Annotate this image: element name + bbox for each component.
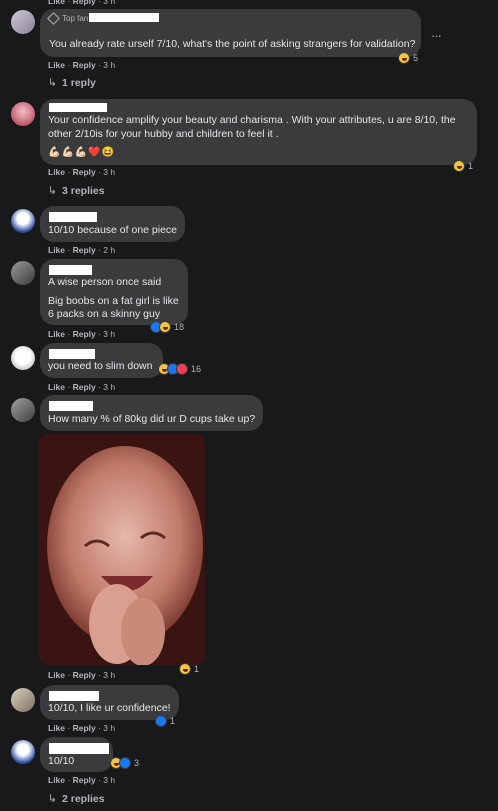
author-name-redacted[interactable] [49, 743, 109, 754]
haha-reaction-icon [159, 321, 171, 333]
comment-meta[interactable]: Like · Reply · 3 h [48, 60, 115, 70]
emoji-line: 💪🏻💪🏻💪🏻❤️😆 [48, 147, 116, 158]
avatar[interactable] [11, 10, 35, 34]
avatar[interactable] [11, 346, 35, 370]
comment-meta[interactable]: Like · Reply · 3 h [48, 329, 115, 339]
reaction-summary[interactable]: 1 [453, 159, 473, 173]
reaction-summary[interactable]: 1 [179, 662, 199, 676]
author-name-redacted[interactable] [49, 103, 107, 112]
reaction-summary[interactable]: 5 [398, 51, 418, 65]
attached-image[interactable] [39, 434, 205, 665]
comment-meta[interactable]: Like · Reply · 3 h [48, 670, 115, 680]
reply-arrow-icon: ↳ [48, 793, 57, 805]
comment-text: You already rate urself 7/10, what's the… [49, 38, 416, 50]
top-fan-diamond-icon [47, 12, 60, 25]
avatar[interactable] [11, 688, 35, 712]
comment-text: 10/10 because of one piece [48, 224, 178, 236]
like-reaction-icon [119, 757, 131, 769]
laughing-baby-image [39, 434, 205, 665]
author-name-redacted[interactable] [49, 349, 95, 359]
comment-text-line-2: other 2/10is for your hubby and children… [48, 128, 279, 140]
view-replies-link[interactable]: ↳ 3 replies [48, 185, 105, 197]
author-name-redacted[interactable] [49, 691, 99, 701]
comment-meta[interactable]: Like · Reply · 3 h [48, 775, 115, 785]
top-fan-badge: Top fan [47, 12, 88, 25]
comment-meta-top[interactable]: Like · Reply · 3 h [48, 0, 115, 6]
author-name-redacted[interactable] [49, 265, 92, 275]
comment-text: 10/10, I like ur confidence! [48, 702, 171, 714]
love-reaction-icon [176, 363, 188, 375]
haha-reaction-icon [179, 663, 191, 675]
author-name-redacted[interactable] [49, 401, 93, 411]
avatar[interactable] [11, 209, 35, 233]
comment-meta[interactable]: Like · Reply · 2 h [48, 245, 115, 255]
author-name-redacted[interactable] [89, 13, 159, 22]
reaction-summary[interactable]: 3 [110, 756, 139, 770]
reaction-summary[interactable]: 1 [155, 714, 175, 728]
comment-text-line-2: Big boobs on a fat girl is like [48, 295, 179, 307]
comment-text-line-3: 6 packs on a skinny guy [48, 308, 161, 320]
reply-arrow-icon: ↳ [48, 77, 57, 89]
comment-meta[interactable]: Like · Reply · 3 h [48, 382, 115, 392]
avatar[interactable] [11, 102, 35, 126]
avatar[interactable] [11, 740, 35, 764]
comment-text: you need to slim down [48, 360, 153, 372]
haha-reaction-icon [453, 160, 465, 172]
comment-text-line-1: A wise person once said [48, 276, 162, 288]
haha-reaction-icon [398, 52, 410, 64]
avatar[interactable] [11, 398, 35, 422]
view-replies-link[interactable]: ↳ 1 reply [48, 77, 96, 89]
comment-meta[interactable]: Like · Reply · 3 h [48, 167, 115, 177]
like-reaction-icon [155, 715, 167, 727]
reaction-summary[interactable]: 16 [158, 362, 201, 376]
comment-meta[interactable]: Like · Reply · 3 h [48, 723, 115, 733]
comment-text: How many % of 80kg did ur D cups take up… [48, 413, 256, 425]
reaction-summary[interactable]: 18 [150, 320, 184, 334]
more-options-icon[interactable]: ··· [431, 28, 442, 43]
comment-text: 10/10 [48, 755, 75, 767]
author-name-redacted[interactable] [49, 212, 97, 222]
avatar[interactable] [11, 261, 35, 285]
reply-arrow-icon: ↳ [48, 185, 57, 197]
view-replies-link[interactable]: ↳ 2 replies [48, 793, 105, 805]
comment-text-line-1: Your confidence amplify your beauty and … [48, 114, 456, 126]
